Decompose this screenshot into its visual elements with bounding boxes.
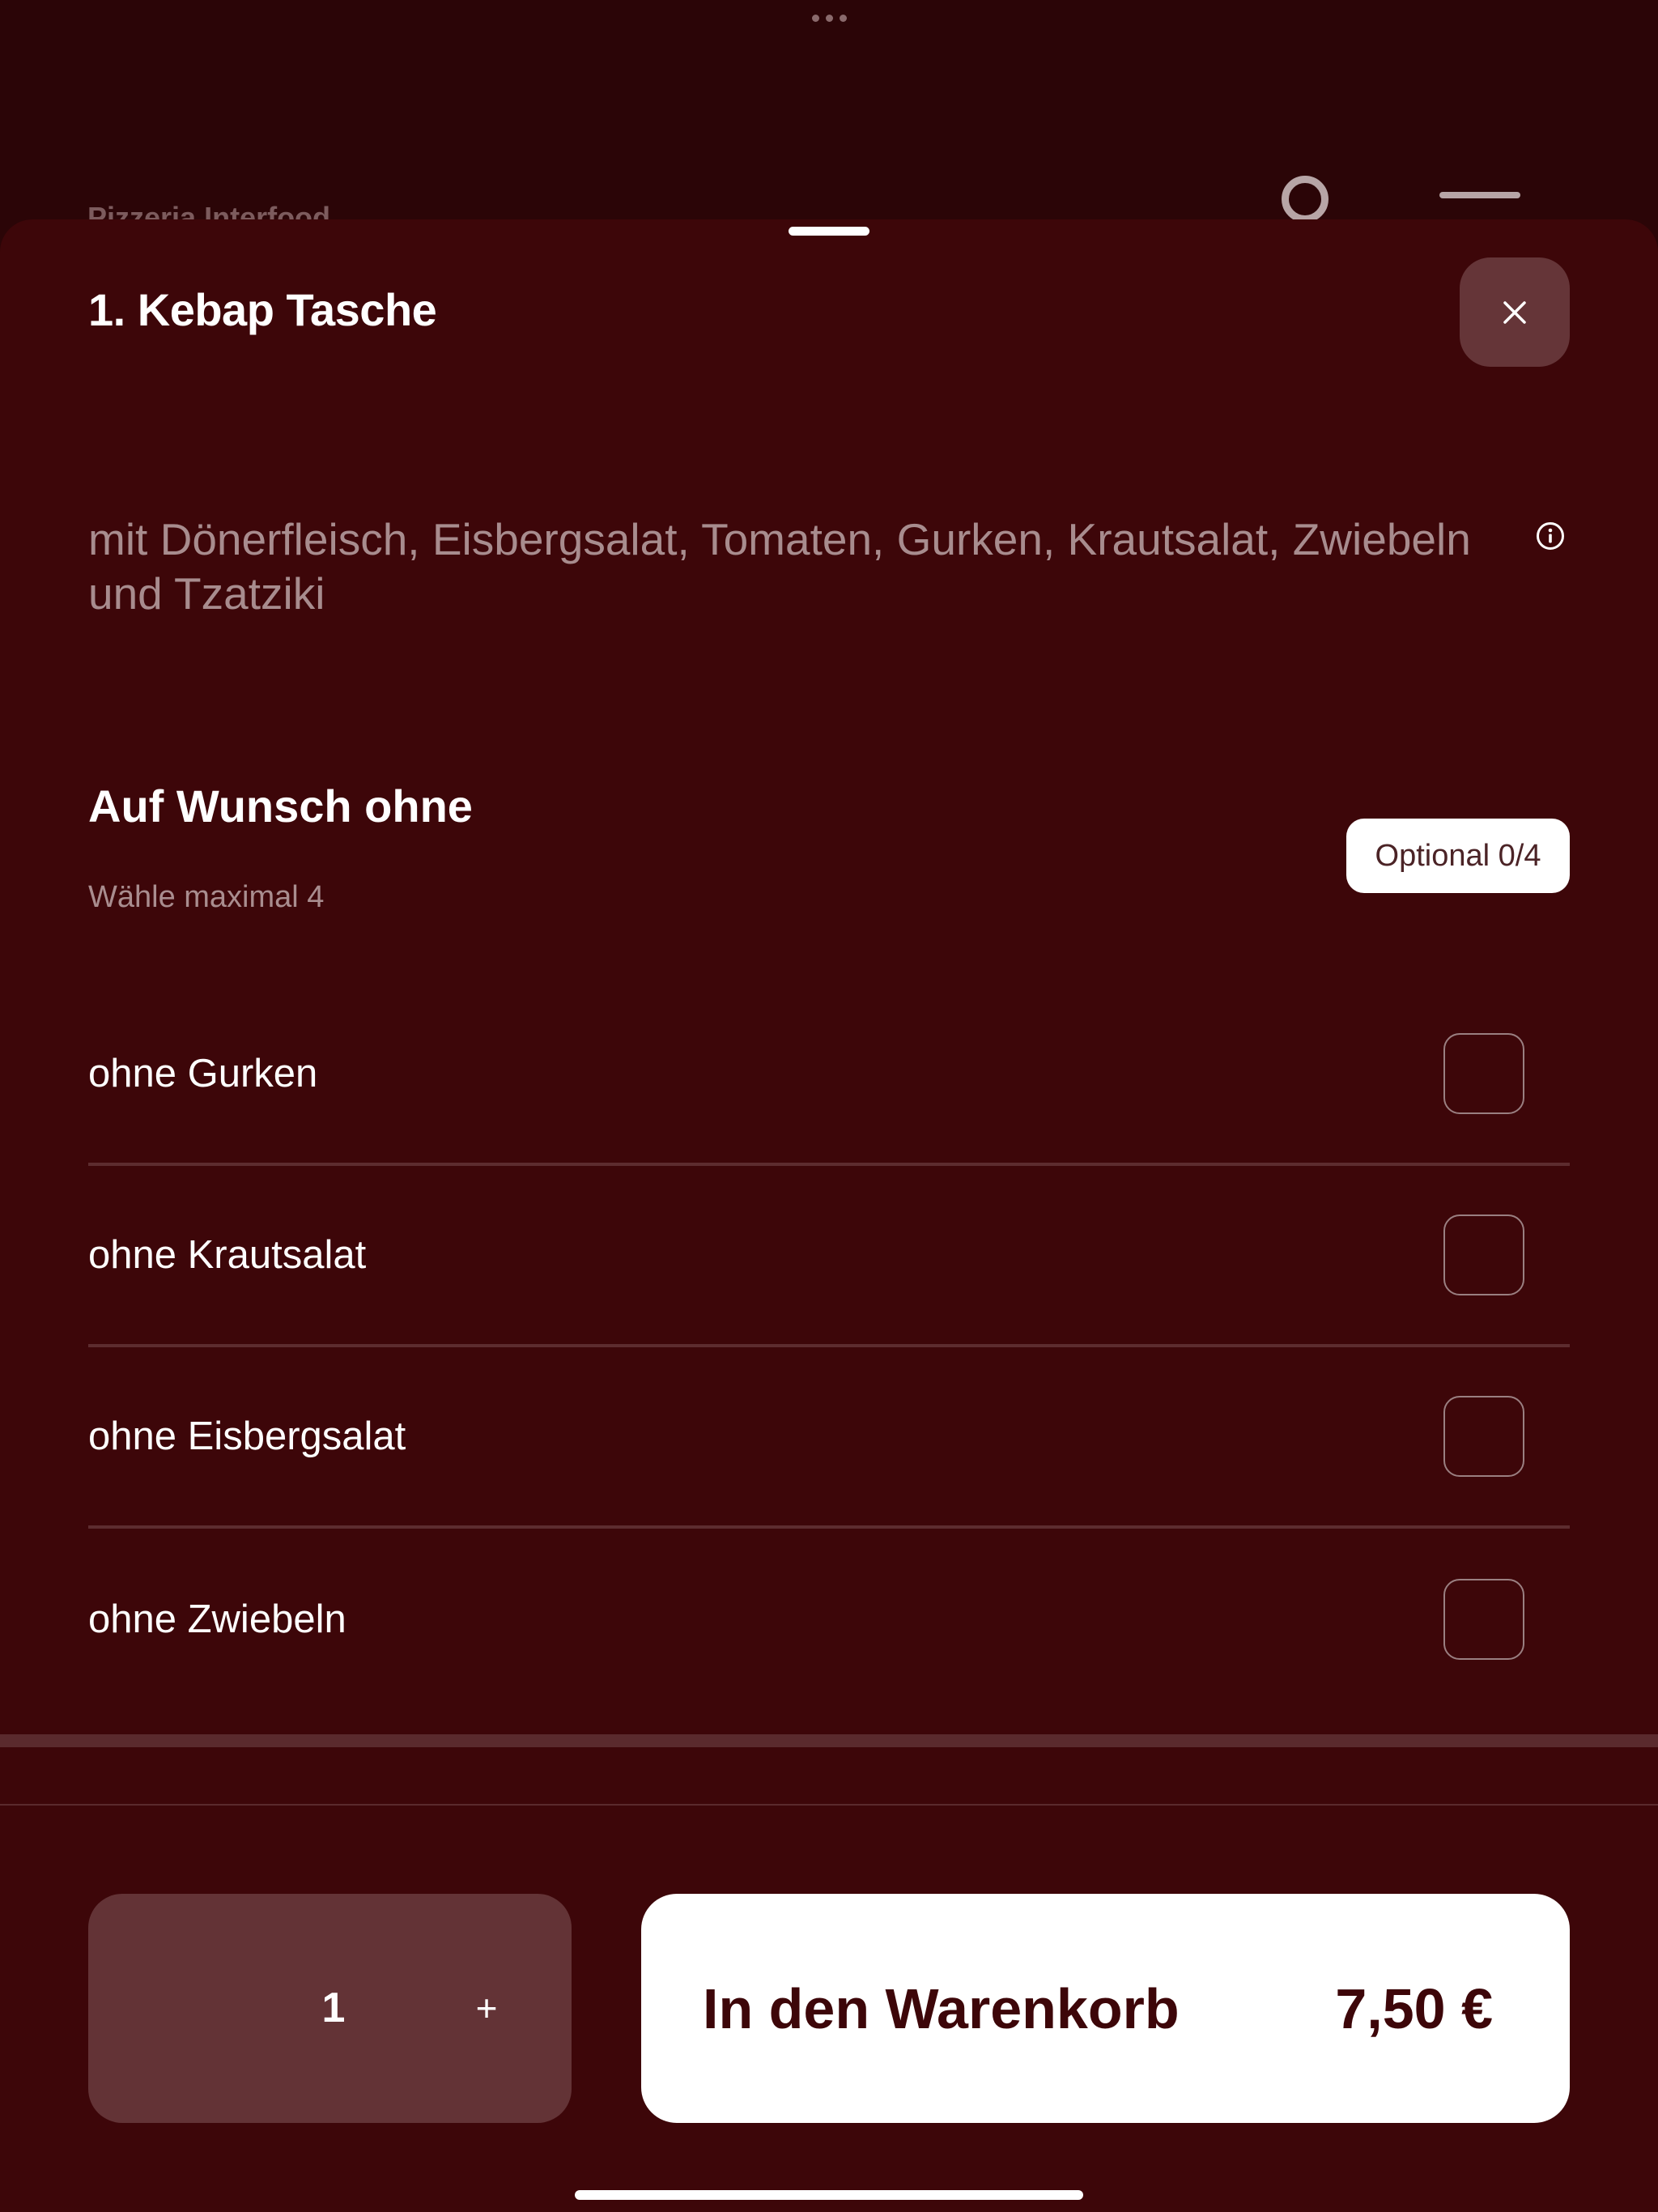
scroll-divider [0, 1734, 1658, 1747]
add-to-cart-button[interactable]: In den Warenkorb 7,50 € [641, 1894, 1570, 2123]
quantity-plus-button[interactable]: + [458, 1894, 515, 2123]
home-indicator[interactable] [575, 2190, 1083, 2200]
option-label: ohne Krautsalat [88, 1233, 367, 1277]
quantity-value: 1 [321, 1984, 346, 2031]
optional-count-badge: Optional 0/4 [1346, 819, 1570, 893]
option-checkbox[interactable] [1443, 1396, 1524, 1477]
option-checkbox[interactable] [1443, 1579, 1524, 1660]
product-title: 1. Kebap Tasche [88, 284, 437, 335]
price-label: 7,50 € [1335, 1976, 1493, 2040]
option-group-subtitle: Wähle maximal 4 [88, 880, 325, 914]
product-description: mit Dönerfleisch, Eisbergsalat, Tomaten,… [88, 514, 1471, 619]
option-list: ohne Gurken ohne Krautsalat ohne Eisberg… [88, 985, 1570, 1710]
footer-divider [0, 1804, 1658, 1806]
option-item[interactable]: ohne Eisbergsalat [88, 1347, 1570, 1529]
close-icon [1503, 300, 1526, 324]
quantity-stepper: 1 + [88, 1894, 572, 2123]
option-group-title: Auf Wunsch ohne [88, 781, 473, 832]
close-button[interactable] [1460, 257, 1570, 367]
add-to-cart-label: In den Warenkorb [703, 1976, 1180, 2040]
info-icon[interactable] [1535, 521, 1566, 551]
menu-icon[interactable] [1439, 192, 1520, 198]
option-checkbox[interactable] [1443, 1033, 1524, 1114]
sheet-drag-handle[interactable] [789, 227, 869, 236]
option-item[interactable]: ohne Zwiebeln [88, 1529, 1570, 1710]
option-label: ohne Zwiebeln [88, 1597, 346, 1641]
option-item[interactable]: ohne Gurken [88, 985, 1570, 1166]
search-icon[interactable] [1282, 176, 1329, 223]
option-label: ohne Gurken [88, 1052, 318, 1095]
product-sheet: 1. Kebap Tasche mit Dönerfleisch, Eisber… [0, 219, 1658, 2212]
option-label: ohne Eisbergsalat [88, 1414, 406, 1458]
option-item[interactable]: ohne Krautsalat [88, 1166, 1570, 1347]
multitasking-dots-icon[interactable] [810, 11, 848, 24]
option-checkbox[interactable] [1443, 1214, 1524, 1295]
